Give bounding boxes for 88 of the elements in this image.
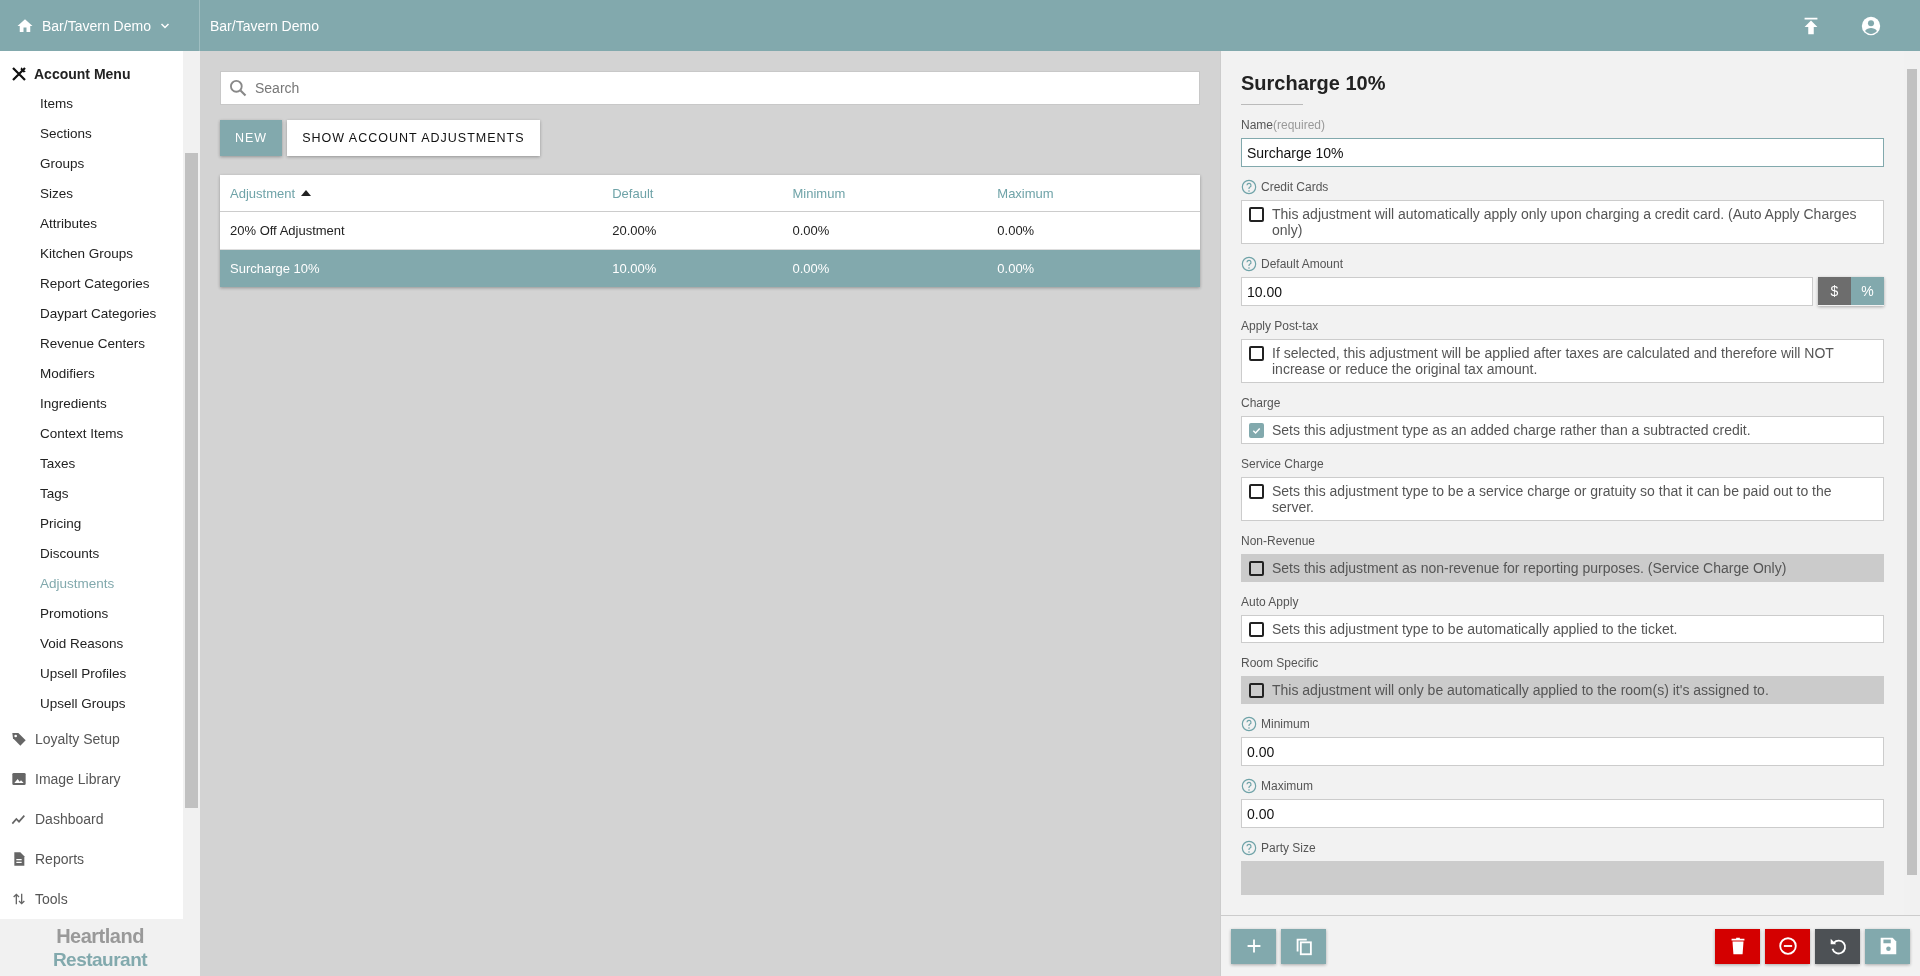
checkbox[interactable] bbox=[1249, 207, 1264, 222]
help-icon[interactable] bbox=[1241, 179, 1257, 195]
field-label: Party Size bbox=[1261, 841, 1316, 855]
text-field[interactable]: 0.00 bbox=[1241, 799, 1884, 828]
field-label: Non-Revenue bbox=[1241, 534, 1316, 548]
copy-button[interactable] bbox=[1281, 928, 1326, 964]
menu-item[interactable]: Modifiers bbox=[0, 359, 183, 389]
nav-link[interactable]: Reports bbox=[0, 839, 183, 879]
menu-item[interactable]: Tags bbox=[0, 479, 183, 509]
checkbox-option[interactable]: Sets this adjustment type to be automatically applied to the ticket. bbox=[1241, 615, 1884, 643]
sort-up-icon bbox=[301, 190, 312, 196]
table-cell: Surcharge 10% bbox=[230, 261, 320, 276]
checkbox-option[interactable]: If selected, this adjustment will be applied after taxes are calculated and therefore will NOT increase or reduce the original tax amount. bbox=[1241, 339, 1884, 383]
document-icon bbox=[11, 851, 27, 867]
utensils-icon bbox=[10, 65, 28, 83]
table-cell: 0.00% bbox=[792, 261, 830, 276]
menu-item[interactable]: Discounts bbox=[0, 539, 183, 569]
menu-item[interactable]: Pricing bbox=[0, 509, 183, 539]
menu-item[interactable]: Groups bbox=[0, 149, 183, 179]
menu-item[interactable]: Promotions bbox=[0, 599, 183, 629]
menu-item[interactable]: Items bbox=[0, 89, 183, 119]
checkbox[interactable] bbox=[1249, 622, 1264, 637]
checkbox[interactable] bbox=[1249, 423, 1264, 438]
checkbox-option[interactable]: This adjustment will automatically apply only upon charging a credit card. (Auto Apply Charges only) bbox=[1241, 200, 1884, 244]
help-icon[interactable] bbox=[1241, 778, 1257, 794]
table-cell: 0.00% bbox=[997, 261, 1035, 276]
checkbox-option[interactable]: Sets this adjustment type to be a service charge or gratuity so that it can be paid out to the server. bbox=[1241, 477, 1884, 521]
field-label: Maximum bbox=[1261, 779, 1313, 793]
save-button[interactable] bbox=[1865, 928, 1910, 964]
table-cell: 0.00% bbox=[792, 223, 830, 238]
logo: Heartland Restaurant bbox=[0, 919, 200, 976]
nav-link[interactable]: Loyalty Setup bbox=[0, 719, 183, 759]
nav-link[interactable]: Tools bbox=[0, 879, 183, 919]
add-button[interactable] bbox=[1231, 928, 1276, 964]
field-label: Apply Post-tax bbox=[1241, 319, 1319, 333]
menu-item[interactable]: Sizes bbox=[0, 179, 183, 209]
menu-item[interactable]: Upsell Groups bbox=[0, 689, 183, 719]
table-cell: 20.00% bbox=[612, 223, 657, 238]
minus-circle-icon bbox=[1776, 935, 1799, 957]
undo-button[interactable] bbox=[1815, 928, 1860, 964]
account-menu-header[interactable]: Account Menu bbox=[0, 63, 183, 85]
field-label: Default Amount bbox=[1261, 257, 1344, 271]
menu-item[interactable]: Kitchen Groups bbox=[0, 239, 183, 269]
cancel-button[interactable] bbox=[1765, 928, 1810, 964]
nav-link[interactable]: Dashboard bbox=[0, 799, 183, 839]
check-icon bbox=[1251, 425, 1262, 436]
breadcrumb: Bar/Tavern Demo bbox=[210, 17, 319, 34]
menu-item[interactable]: Void Reasons bbox=[0, 629, 183, 659]
field-label: Name(required) bbox=[1241, 118, 1326, 132]
search-icon bbox=[228, 78, 248, 98]
swap-arrows-icon bbox=[11, 891, 27, 907]
show-adjustments-button[interactable]: SHOW ACCOUNT ADJUSTMENTS bbox=[287, 120, 540, 156]
menu-item[interactable]: Revenue Centers bbox=[0, 329, 183, 359]
delete-button[interactable] bbox=[1715, 928, 1760, 964]
menu-item[interactable]: Sections bbox=[0, 119, 183, 149]
text-field[interactable]: Surcharge 10% bbox=[1241, 138, 1884, 167]
table-cell: 0.00% bbox=[997, 223, 1035, 238]
tag-icon bbox=[11, 731, 27, 747]
menu-item[interactable]: Context Items bbox=[0, 419, 183, 449]
field-label: Charge bbox=[1241, 396, 1281, 410]
nav-link[interactable]: Image Library bbox=[0, 759, 183, 799]
field-label: Auto Apply bbox=[1241, 595, 1299, 609]
field-label: Room Specific bbox=[1241, 656, 1319, 670]
field-label: Credit Cards bbox=[1261, 180, 1329, 194]
field-label: Minimum bbox=[1261, 717, 1310, 731]
table-row[interactable]: 20% Off Adjustment 20.00% 0.00% 0.00% bbox=[220, 212, 1200, 249]
unit-toggle[interactable]: $ bbox=[1818, 277, 1851, 305]
menu-item[interactable]: Ingredients bbox=[0, 389, 183, 419]
image-icon bbox=[11, 771, 27, 787]
menu-item[interactable]: Report Categories bbox=[0, 269, 183, 299]
menu-item[interactable]: Attributes bbox=[0, 209, 183, 239]
menu-item[interactable]: Upsell Profiles bbox=[0, 659, 183, 689]
table-cell: 20% Off Adjustment bbox=[230, 223, 345, 238]
menu-item[interactable]: Taxes bbox=[0, 449, 183, 479]
account-icon[interactable] bbox=[1860, 14, 1882, 37]
menu-item[interactable]: Daypart Categories bbox=[0, 299, 183, 329]
table-cell: 10.00% bbox=[612, 261, 657, 276]
detail-title: Surcharge 10% bbox=[1241, 72, 1387, 95]
checkbox-option[interactable]: Sets this adjustment type as an added charge rather than a subtracted credit. bbox=[1241, 416, 1884, 444]
text-field[interactable]: 0.00 bbox=[1241, 737, 1884, 766]
help-icon[interactable] bbox=[1241, 256, 1257, 272]
field-label: Service Charge bbox=[1241, 457, 1324, 471]
checkbox[interactable] bbox=[1249, 484, 1264, 499]
help-icon[interactable] bbox=[1241, 716, 1257, 732]
checkbox[interactable] bbox=[1249, 346, 1264, 361]
scrollbar[interactable] bbox=[183, 51, 200, 919]
search-field[interactable]: Search bbox=[220, 71, 1200, 105]
amount-field[interactable]: 10.00 bbox=[1241, 277, 1813, 306]
